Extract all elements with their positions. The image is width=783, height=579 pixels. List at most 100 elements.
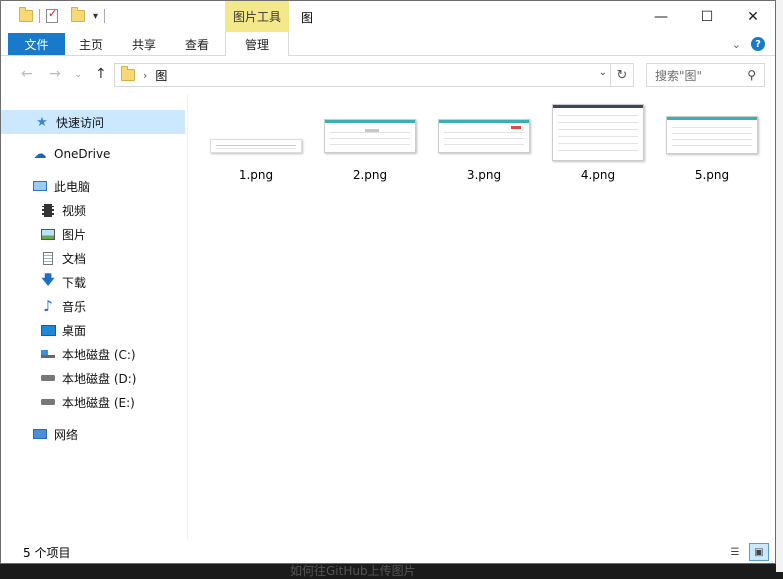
sidebar-item-downloads[interactable]: 🡇 下载: [1, 270, 185, 294]
file-item[interactable]: 1.png: [206, 102, 306, 182]
maximize-button[interactable]: ☐: [684, 1, 730, 32]
status-bar: 5 个项目 ☰ ▣: [1, 540, 775, 563]
sidebar-item-label: 音乐: [62, 299, 87, 314]
sidebar-item-label: 本地磁盘 (D:): [62, 371, 137, 386]
recent-locations-icon[interactable]: ⌄: [74, 69, 82, 80]
desktop-icon: [40, 323, 56, 337]
tab-manage[interactable]: 管理: [225, 32, 289, 56]
file-name: 2.png: [352, 168, 388, 182]
forward-button[interactable]: →: [49, 66, 61, 82]
picture-tools-label: 图片工具: [225, 1, 289, 32]
file-name: 1.png: [238, 168, 274, 182]
sidebar-item-onedrive[interactable]: ☁ OneDrive: [1, 142, 185, 166]
item-count: 5 个项目: [23, 545, 71, 560]
thumbnail: [324, 102, 416, 162]
sidebar-item-label: 图片: [62, 227, 87, 242]
sidebar-item-drive-e[interactable]: 本地磁盘 (E:): [1, 390, 185, 414]
sidebar-item-label: 桌面: [62, 323, 87, 338]
file-list: 1.png 2.png 3.png 4.png 5.png: [188, 94, 775, 540]
thumbnail: [552, 102, 644, 162]
star-icon: ★: [36, 114, 48, 130]
details-view-icon[interactable]: ☰: [725, 543, 745, 561]
sidebar-item-label: 网络: [54, 427, 79, 442]
sidebar-item-label: 本地磁盘 (C:): [62, 347, 136, 362]
tab-home[interactable]: 主页: [69, 32, 113, 56]
file-item[interactable]: 4.png: [548, 102, 648, 182]
sidebar-item-drive-d[interactable]: 本地磁盘 (D:): [1, 366, 185, 390]
thumbnail: [666, 102, 758, 162]
file-item[interactable]: 3.png: [434, 102, 534, 182]
sidebar-item-label: 文档: [62, 251, 87, 266]
file-name: 4.png: [580, 168, 616, 182]
search-icon[interactable]: ⚲: [747, 68, 756, 82]
minimize-button[interactable]: —: [638, 1, 684, 32]
sidebar-item-music[interactable]: ♪ 音乐: [1, 294, 185, 318]
thumbnail-image: [438, 119, 530, 153]
view-switcher: ☰ ▣: [725, 543, 769, 561]
navigation-pane: ★ 快速访问 ☁ OneDrive 此电脑 视频 图片 文档 🡇 下载 ♪ 音乐…: [1, 94, 187, 540]
title-bar: ▾ 图片工具 图 — ☐ ✕: [1, 1, 775, 32]
thumbnail: [438, 102, 530, 162]
new-folder-icon[interactable]: [71, 7, 85, 22]
document-icon: [40, 251, 56, 265]
quick-access-toolbar: ▾: [19, 7, 111, 25]
download-icon: 🡇: [41, 273, 55, 288]
sidebar-item-quick-access[interactable]: ★ 快速访问: [1, 110, 185, 134]
drive-icon: [40, 395, 56, 409]
sidebar-item-label: 快速访问: [56, 115, 105, 130]
window-title: 图: [301, 11, 314, 25]
refresh-icon[interactable]: ↻: [610, 64, 633, 86]
sidebar-item-label: 视频: [62, 203, 87, 218]
folder-icon[interactable]: [19, 7, 33, 22]
sidebar-item-drive-c[interactable]: 本地磁盘 (C:): [1, 342, 185, 366]
file-name: 3.png: [466, 168, 502, 182]
sidebar-item-pictures[interactable]: 图片: [1, 222, 185, 246]
sidebar-item-label: OneDrive: [54, 147, 111, 161]
monitor-icon: [32, 179, 48, 193]
sidebar-item-label: 本地磁盘 (E:): [62, 395, 135, 410]
close-button[interactable]: ✕: [730, 1, 775, 32]
sidebar-item-label: 下载: [62, 275, 87, 290]
search-placeholder: 搜索"图": [655, 68, 703, 83]
folder-icon: [121, 66, 135, 81]
sidebar-item-this-pc[interactable]: 此电脑: [1, 174, 185, 198]
background-text: 如何往GitHub上传图片: [290, 564, 416, 578]
address-bar[interactable]: › 图 ⌄ ↻: [114, 63, 634, 87]
toolbar-separator: [39, 9, 40, 23]
up-button[interactable]: ↑: [95, 66, 107, 82]
music-icon: ♪: [43, 297, 53, 315]
sidebar-item-desktop[interactable]: 桌面: [1, 318, 185, 342]
tab-share[interactable]: 共享: [121, 32, 167, 56]
file-item[interactable]: 2.png: [320, 102, 420, 182]
network-icon: [32, 427, 48, 441]
sidebar-item-videos[interactable]: 视频: [1, 198, 185, 222]
windows-drive-icon: [40, 347, 56, 361]
navigation-bar: ← → ⌄ ↑ › 图 ⌄ ↻ 搜索"图" ⚲: [1, 56, 775, 94]
thumbnail: [210, 102, 302, 162]
cloud-icon: ☁: [33, 146, 47, 162]
sidebar-item-network[interactable]: 网络: [1, 422, 185, 446]
properties-icon[interactable]: [46, 7, 58, 23]
expand-ribbon-icon[interactable]: ⌄: [732, 38, 741, 51]
sidebar-item-documents[interactable]: 文档: [1, 246, 185, 270]
tab-file[interactable]: 文件: [8, 33, 65, 55]
help-icon[interactable]: ?: [751, 37, 765, 51]
thumbnail-image: [210, 139, 302, 153]
thumbnail-image: [666, 116, 758, 154]
address-path[interactable]: 图: [155, 67, 167, 84]
sidebar-item-label: 此电脑: [54, 179, 91, 194]
search-input[interactable]: 搜索"图" ⚲: [646, 63, 765, 87]
film-icon: [40, 203, 56, 217]
file-name: 5.png: [694, 168, 730, 182]
background-window-edge: [776, 0, 783, 572]
thumbnail-image: [552, 103, 644, 161]
file-item[interactable]: 5.png: [662, 102, 762, 182]
chevron-down-icon[interactable]: ⌄: [599, 67, 607, 78]
large-icons-view-icon[interactable]: ▣: [749, 543, 769, 561]
back-button[interactable]: ←: [21, 66, 33, 82]
customize-toolbar-icon[interactable]: ▾: [93, 11, 98, 22]
ribbon-controls: ⌄ ?: [732, 37, 765, 51]
tab-view[interactable]: 查看: [174, 32, 220, 56]
chevron-right-icon[interactable]: ›: [143, 69, 147, 82]
picture-icon: [40, 227, 56, 241]
